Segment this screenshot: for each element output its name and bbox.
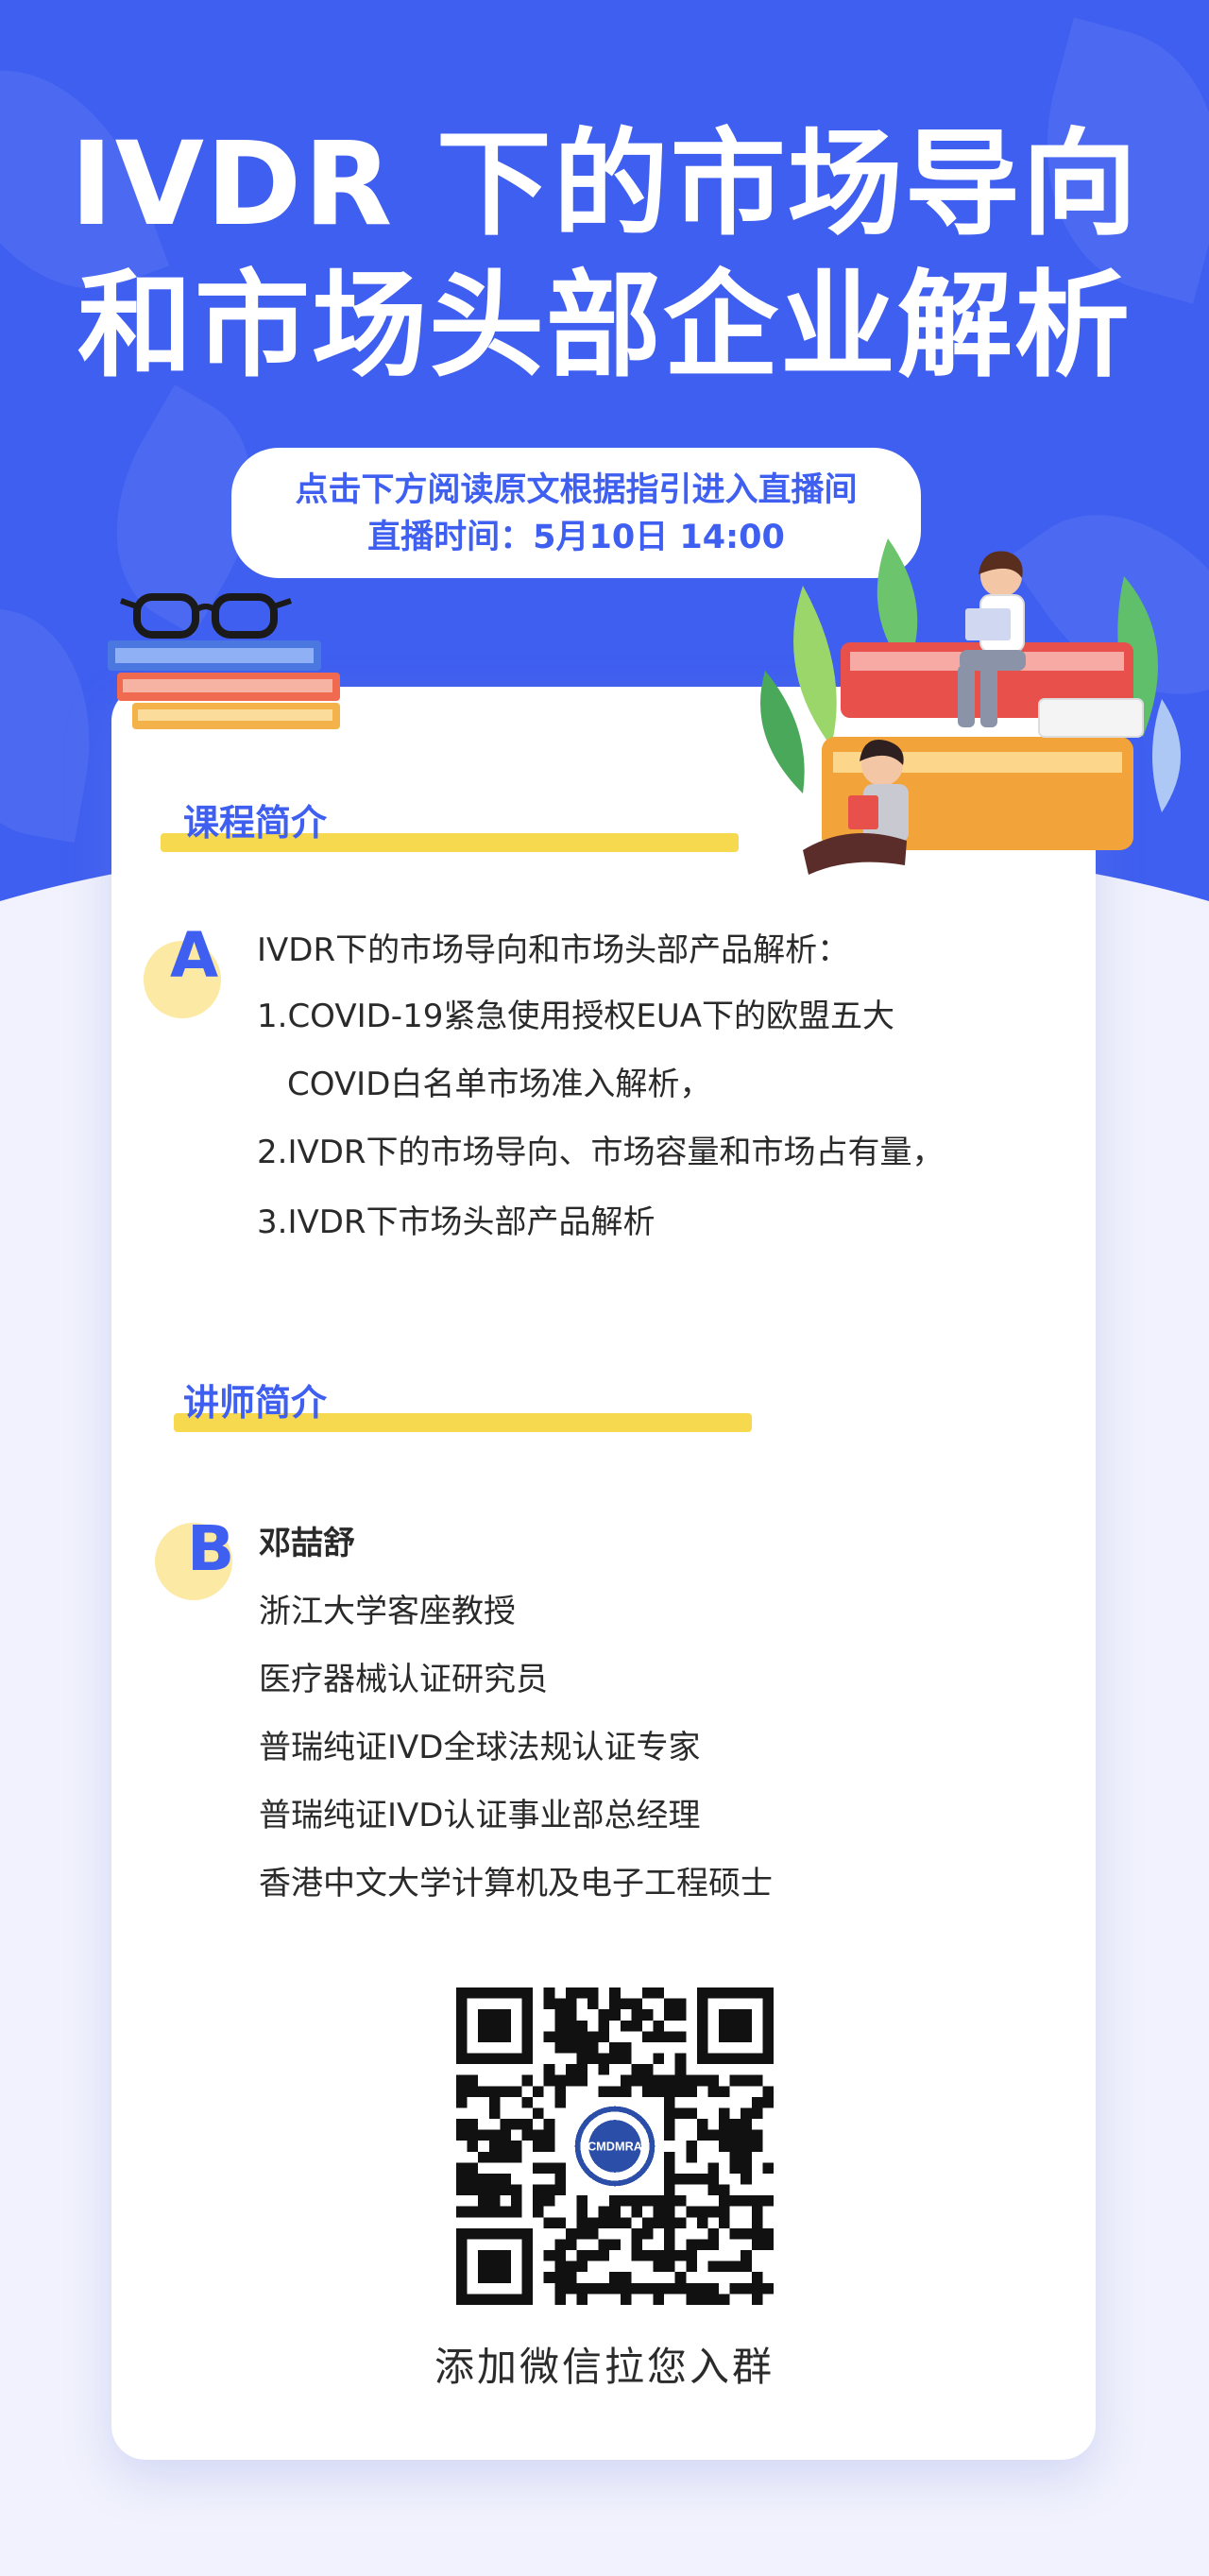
qr-logo-text: CMDMRA — [587, 2140, 642, 2154]
book-stack-icon — [108, 593, 340, 729]
course-intro-line: IVDR下的市场导向和市场头部产品解析： — [257, 931, 850, 969]
lecturer-name: 邓喆舒 — [259, 1525, 355, 1562]
course-badge-letter: A — [170, 919, 219, 992]
poster-title-line2: 和市场头部企业解析 — [77, 259, 1132, 393]
live-notice-text: 点击下方阅读原文根据指引进入直播间 — [295, 471, 858, 509]
qr-code-icon[interactable]: CMDMRA — [456, 1987, 774, 2305]
course-item-1: 1.COVID-19紧急使用授权EUA下的欧盟五大 — [257, 998, 894, 1035]
lecturer-badge-letter: B — [187, 1512, 235, 1585]
course-item-3: 3.IVDR下市场头部产品解析 — [257, 1203, 656, 1241]
glasses-icon — [120, 593, 292, 639]
qr-caption: 添加微信拉您入群 — [434, 2344, 775, 2390]
course-section-title: 课程简介 — [183, 802, 328, 844]
lecturer-title-4: 普瑞纯证IVD认证事业部总经理 — [259, 1797, 701, 1834]
poster: { "header": { "title_line1": "IVDR 下的市场导… — [0, 0, 1209, 2576]
course-item-1-cont: COVID白名单市场准入解析， — [287, 1066, 712, 1103]
lecturer-title-2: 医疗器械认证研究员 — [259, 1661, 548, 1698]
reading-people-illustration — [760, 538, 1181, 875]
lecturer-title-5: 香港中文大学计算机及电子工程硕士 — [259, 1865, 773, 1902]
course-item-2: 2.IVDR下的市场导向、市场容量和市场占有量， — [257, 1134, 945, 1171]
lecturer-title-1: 浙江大学客座教授 — [259, 1593, 516, 1630]
lecturer-section-title: 讲师简介 — [183, 1382, 328, 1424]
poster-title-line1: IVDR 下的市场导向 — [70, 117, 1139, 251]
lecturer-title-3: 普瑞纯证IVD全球法规认证专家 — [259, 1729, 701, 1766]
